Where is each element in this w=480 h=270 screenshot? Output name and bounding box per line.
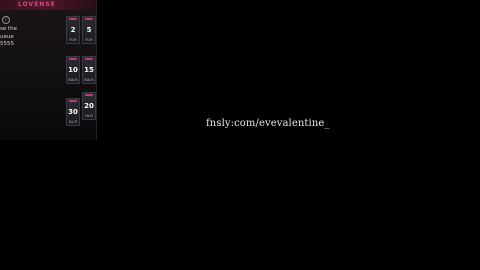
info-icon[interactable]: i [2,16,10,24]
tile-value: 20 [84,102,94,110]
tile-accent [85,58,93,60]
level-tile[interactable]: 10 K-B-H [66,56,80,84]
queue-line-1: se the [0,26,18,32]
tile-value: 15 [84,66,94,74]
queue-line-2: ueue [0,33,14,40]
level-tile[interactable]: 20 HI-H [82,92,96,120]
tile-label: K-B-H [68,78,78,82]
lovense-overlay-panel: LOVENSE i se the ueue 5555 2 FI-H 5 FI-H… [0,0,97,140]
tile-accent [85,18,93,20]
tile-label: FI-H [85,38,93,42]
tile-label: K-I-P [69,120,77,124]
video-stage: LOVENSE i se the ueue 5555 2 FI-H 5 FI-H… [0,0,480,270]
tile-value: 5 [86,26,92,34]
queue-info-text: se the ueue 5555 [0,26,58,49]
tile-accent [69,58,77,60]
lovense-logo: LOVENSE [18,1,56,8]
tile-value: 10 [68,66,78,74]
tile-label: K-B-H [84,78,94,82]
tile-value: 30 [68,108,78,116]
tile-accent [69,100,77,102]
level-tile[interactable]: 5 FI-H [82,16,96,44]
tile-value: 2 [70,26,76,34]
tile-label: HI-H [85,114,93,118]
tile-label: FI-H [69,38,77,42]
tile-accent [85,94,93,96]
level-tile[interactable]: 15 K-B-H [82,56,96,84]
level-tile[interactable]: 30 K-I-P [66,98,80,126]
tile-accent [69,18,77,20]
level-tile[interactable]: 2 FI-H [66,16,80,44]
queue-line-3: 5555 [0,41,14,47]
watermark-text: fnsly:com/evevalentine_ [206,118,330,129]
